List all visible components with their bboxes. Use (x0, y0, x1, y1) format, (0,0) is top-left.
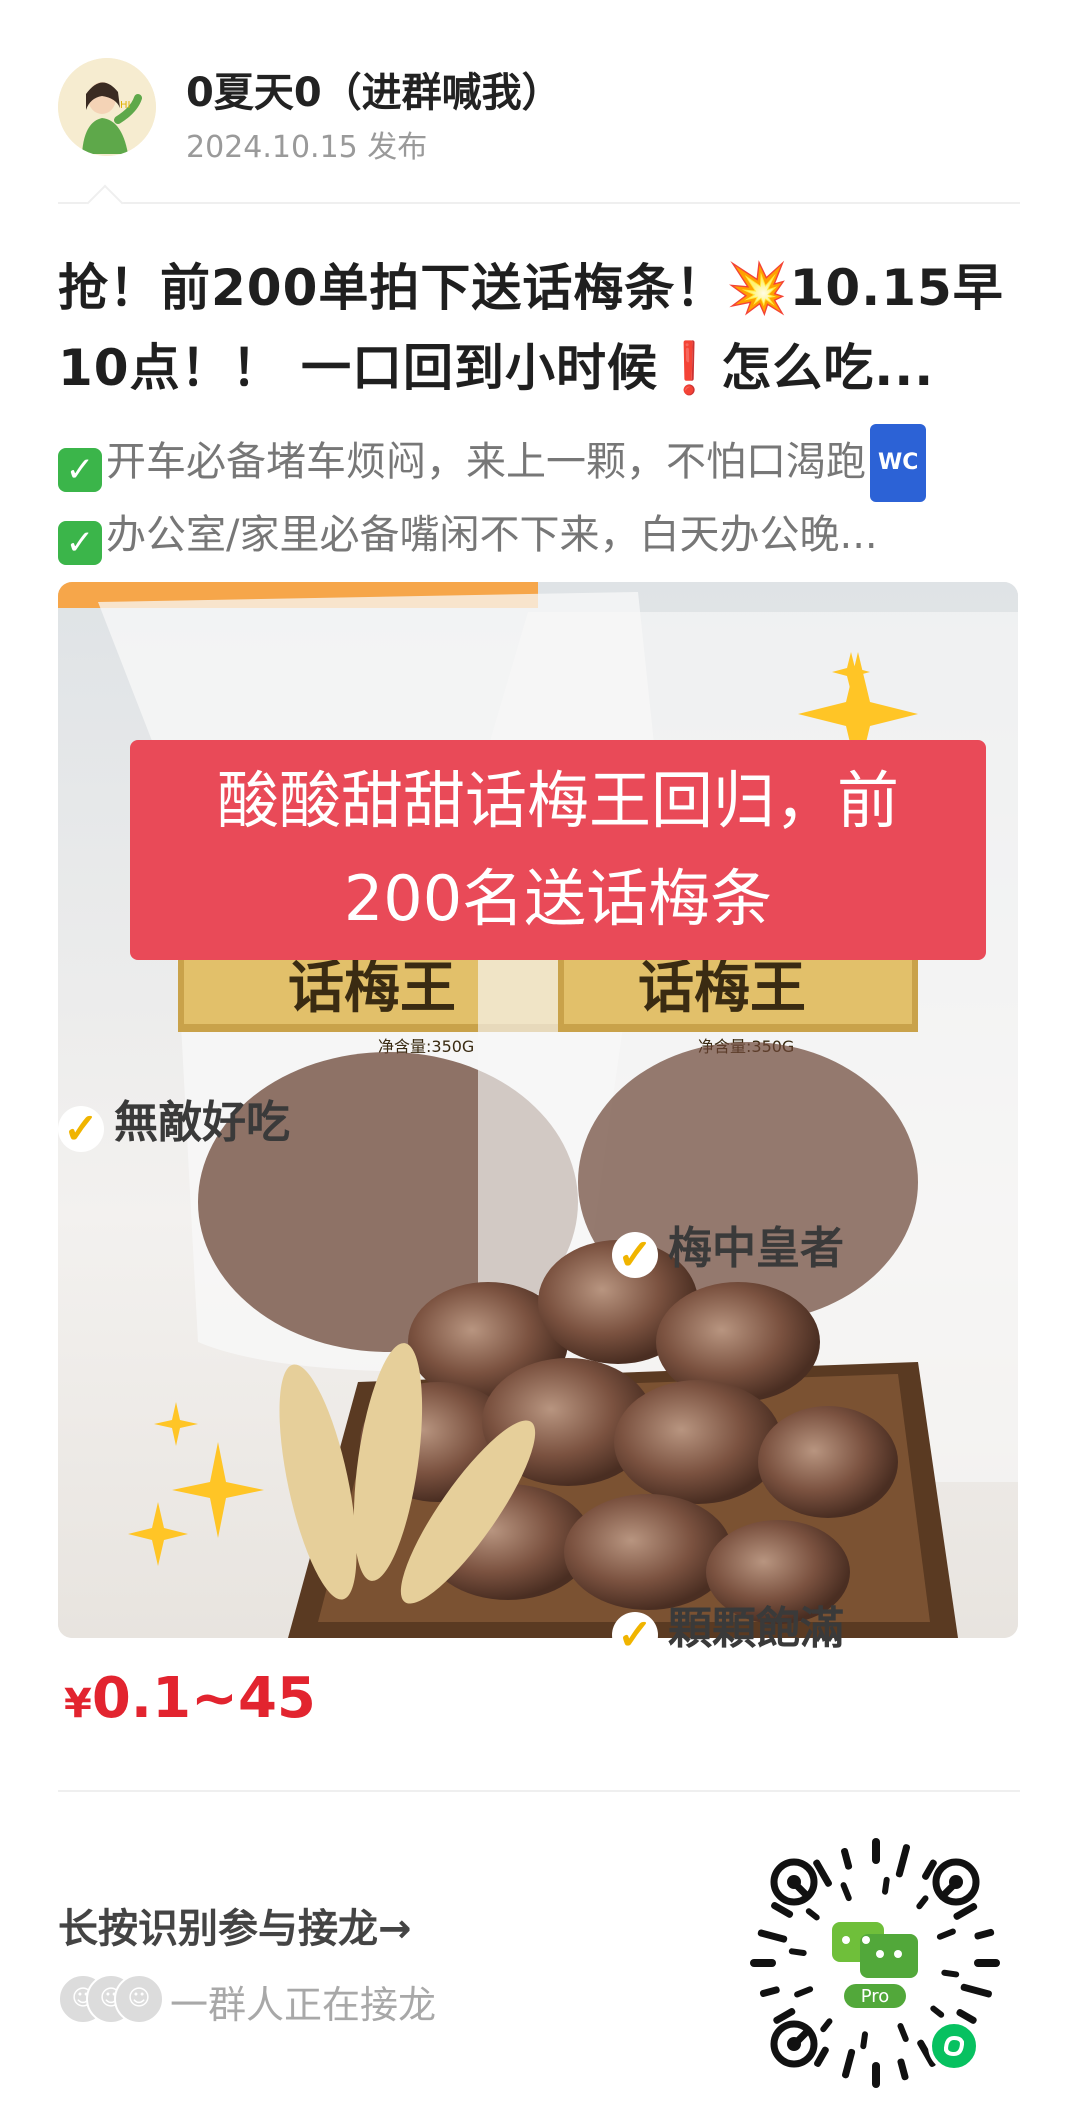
check-icon: ✓ (58, 1106, 104, 1152)
desc-line-2: ✓ 办公室/家里必备嘴闲不下来，白天办公晚... (58, 502, 1048, 568)
post-description[interactable]: ✓ 开车必备堵车烦闷，来上一颗，不怕口渴跑 WC ✓ 办公室/家里必备嘴闲不下来，白天… (58, 424, 1048, 568)
footer-divider (58, 1790, 1020, 1792)
check-mark-icon: ✓ (58, 521, 102, 565)
post-title[interactable]: 抢！前200单拍下送话梅条！💥10.15早 10点！！ 一口回到小时候❗怎么吃.… (58, 248, 1038, 408)
participant-avatars: ☺ ☺ ☺ (58, 1974, 168, 2024)
image-caption-overlay: 酸酸甜甜话梅王回归，前 200名送话梅条 (130, 740, 986, 960)
package-brand-right: 话梅王 (638, 955, 806, 1021)
price-range: 0.1~45 (91, 1666, 316, 1731)
desc-line-2-text: 办公室/家里必备嘴闲不下来，白天办公晚... (106, 512, 878, 558)
price: ¥0.1~45 (64, 1666, 316, 1731)
overlay-line-1: 酸酸甜甜话梅王回归，前 (216, 764, 899, 837)
author-name[interactable]: 0夏天0（进群喊我） (186, 60, 562, 118)
currency-symbol: ¥ (64, 1681, 92, 1727)
title-line-1: 抢！前200单拍下送话梅条！💥10.15早 (58, 259, 1004, 317)
image-label-3: ✓ 顆顆飽滿 (612, 1592, 844, 1658)
header-divider (58, 202, 1020, 204)
overlay-line-2: 200名送话梅条 (343, 862, 773, 935)
image-label-1: ✓ 無敵好吃 (58, 1086, 290, 1152)
package-brand-left: 话梅王 (288, 955, 456, 1021)
desc-line-1-text: 开车必备堵车烦闷，来上一颗，不怕口渴跑 (106, 439, 866, 485)
check-mark-icon: ✓ (58, 448, 102, 492)
post-card: HI 0夏天0（进群喊我） 2024.10.15 发布 抢！前200单拍下送话梅… (0, 0, 1078, 2128)
wc-badge-icon: WC (870, 424, 927, 502)
author-avatar[interactable]: HI (58, 58, 156, 156)
mini-program-code[interactable]: Pro (748, 1836, 1002, 2090)
title-line-2: 10点！！ 一口回到小时候❗怎么吃... (58, 339, 935, 397)
image-label-2: ✓ 梅中皇者 (612, 1212, 844, 1278)
qr-pro-label: Pro (861, 1986, 890, 2007)
svg-text:HI: HI (120, 100, 130, 111)
divider-notch (86, 184, 124, 222)
participants-text: 一群人正在接龙 (170, 1983, 437, 2027)
participant-avatar-icon: ☺ (114, 1974, 164, 2024)
long-press-cta[interactable]: 长按识别参与接龙→ (58, 1896, 412, 1954)
check-icon: ✓ (612, 1612, 658, 1658)
check-icon: ✓ (612, 1232, 658, 1278)
post-date: 2024.10.15 发布 (186, 130, 428, 165)
desc-line-1: ✓ 开车必备堵车烦闷，来上一颗，不怕口渴跑 WC (58, 424, 1048, 502)
